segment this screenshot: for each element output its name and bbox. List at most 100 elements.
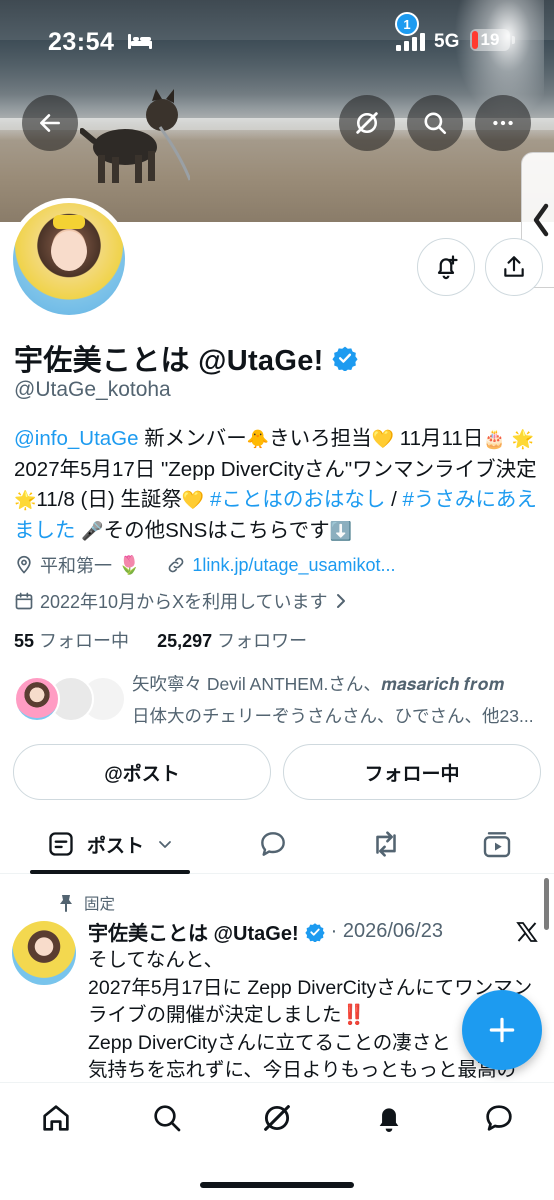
cake-emoji-icon: 🎂 (483, 429, 506, 449)
grok-icon (264, 1105, 290, 1131)
pinned-label: 固定 (84, 896, 116, 913)
profile-display-name: 宇佐美ことは @UtaGe! (14, 337, 358, 379)
verified-badge-icon (332, 346, 358, 371)
search-icon (424, 112, 447, 135)
calendar-icon (15, 592, 33, 610)
post-header: 宇佐美ことは @UtaGe! · 2026/06/23 (88, 917, 443, 946)
repost-icon (376, 831, 396, 857)
status-time: 23:54 (48, 28, 115, 56)
back-arrow-icon (40, 114, 60, 132)
chevron-right-icon (336, 594, 345, 608)
link-icon (169, 557, 184, 573)
avatar-bow (53, 215, 85, 229)
avatar-photo (13, 203, 125, 315)
notification-badge: 1 (395, 12, 419, 36)
x-logo-icon (516, 922, 538, 942)
following-button[interactable]: フォロー中 (283, 744, 541, 800)
chevron-left-icon (533, 203, 549, 237)
notifications-icon (379, 1108, 399, 1132)
battery-percent: 19 (480, 30, 500, 49)
profile-joined-date: 2022年10月からXを利用しています (40, 592, 328, 612)
yellow-heart-emoji-icon: 💛 (181, 490, 205, 510)
display-name-text: 宇佐美ことは @UtaGe! (14, 345, 324, 377)
nav-messages[interactable] (482, 1101, 516, 1135)
post-date: · 2026/06/23 (330, 920, 443, 942)
post-author-avatar[interactable] (12, 921, 76, 985)
chick-emoji-icon: 🐥 (246, 429, 270, 449)
tab-media[interactable] (481, 826, 513, 862)
reply-icon (261, 832, 285, 856)
pin-icon (60, 895, 72, 912)
nav-search[interactable] (150, 1101, 184, 1135)
battery-icon: 19 (470, 29, 510, 51)
tab-posts[interactable]: ポスト (47, 826, 174, 862)
active-tab-indicator (30, 870, 190, 874)
sparkle-star-emoji-icon: 🌟 (14, 490, 37, 510)
profile-meta-location-website: 平和第一 🌷 1link.jp/utage_usamikot... (14, 552, 396, 578)
following-count: 55 (14, 631, 35, 651)
tab-reposts[interactable] (369, 826, 403, 862)
tab-posts-label: ポスト (87, 835, 145, 857)
nav-grok[interactable] (260, 1101, 294, 1135)
post-text-line: そしてなんと、 (88, 949, 224, 971)
bio-text: 11/8 (日) 生誕祭 (36, 488, 182, 511)
location-pin-icon (17, 555, 31, 574)
cellular-signal-icon (396, 33, 425, 51)
bio-hashtag-link[interactable]: #ことはのおはなし (210, 488, 385, 511)
pinned-indicator: 固定 (58, 892, 115, 914)
share-button[interactable] (485, 238, 543, 296)
followers-label: フォロワー (212, 631, 308, 651)
tab-replies[interactable] (257, 826, 289, 862)
chevron-down-icon (159, 841, 171, 848)
scrollbar-thumb[interactable] (544, 878, 549, 930)
bio-text: その他SNSはこちらです (103, 518, 330, 542)
mention-post-button[interactable]: @ポスト (13, 744, 271, 800)
notify-button[interactable] (417, 238, 475, 296)
profile-bio: @info_UtaGe 新メンバー🐥きいろ担当 💛 11月11日🎂 🌟 2027年5… (14, 424, 544, 546)
search-icon (154, 1105, 181, 1132)
more-icon (493, 120, 513, 126)
mutual-followers-avatars[interactable] (14, 676, 126, 722)
post-author-name[interactable]: 宇佐美ことは @UtaGe! (88, 917, 299, 946)
sleep-focus-icon (128, 34, 152, 49)
profile-joined-row[interactable]: 2022年10月からXを利用しています (14, 588, 348, 614)
following-stat[interactable]: 55 フォロー中 (14, 631, 129, 651)
battery-cap (512, 36, 515, 44)
bell-plus-icon (437, 255, 458, 280)
bio-text: 2027年5月17日 "Zepp DiverCityさん"ワンマンライブ決定 (14, 457, 537, 481)
nav-home[interactable] (39, 1101, 73, 1135)
profile-handle: @UtaGe_kotoha (14, 378, 171, 401)
avatar-face (51, 231, 87, 271)
profile-avatar[interactable] (8, 198, 130, 320)
bio-mention-link[interactable]: @info_UtaGe (14, 427, 139, 450)
followed-by-text[interactable]: 矢吹寧々 Devil ANTHEM.さん、𝒎𝒂𝒔𝒂𝒓𝒊𝒄𝒉 𝒇𝒓𝒐𝒎 日体大のチ… (132, 668, 542, 732)
bio-text: きいろ担当 (269, 427, 372, 450)
mutual-avatar (14, 676, 60, 722)
down-arrow-emoji-icon: ⬇️ (329, 520, 353, 541)
home-icon (43, 1105, 69, 1131)
share-icon (504, 256, 524, 277)
bio-text: 新メンバー (138, 427, 247, 450)
followers-stat[interactable]: 25,297 フォロワー (157, 631, 307, 651)
more-button[interactable] (475, 95, 531, 151)
network-type: 5G (434, 31, 460, 52)
grok-button[interactable] (339, 95, 395, 151)
verified-badge-icon (304, 922, 325, 942)
microphone-emoji-icon: 🎤 (81, 520, 104, 541)
post-icon (49, 832, 73, 856)
compose-post-button[interactable] (462, 990, 542, 1070)
search-button[interactable] (407, 95, 463, 151)
profile-website-link[interactable]: 1link.jp/utage_usamikot... (192, 555, 395, 576)
home-indicator[interactable] (200, 1182, 354, 1188)
bio-text: 11月11日 (394, 427, 484, 450)
dog-figure (80, 89, 190, 183)
follow-stats: 55 フォロー中 25,297 フォロワー (14, 627, 307, 653)
back-button[interactable] (22, 95, 78, 151)
sparkle-star-emoji-icon: 🌟 (511, 429, 534, 449)
profile-tabs: ポスト (0, 812, 554, 874)
grok-icon (356, 112, 378, 134)
following-label: フォロー中 (34, 631, 130, 651)
nav-notifications[interactable] (372, 1101, 406, 1135)
tulip-emoji-icon: 🌷 (118, 554, 141, 575)
post-text-line: 気持ちを忘れずに、今日よりもっともっと最高の (88, 1059, 517, 1081)
